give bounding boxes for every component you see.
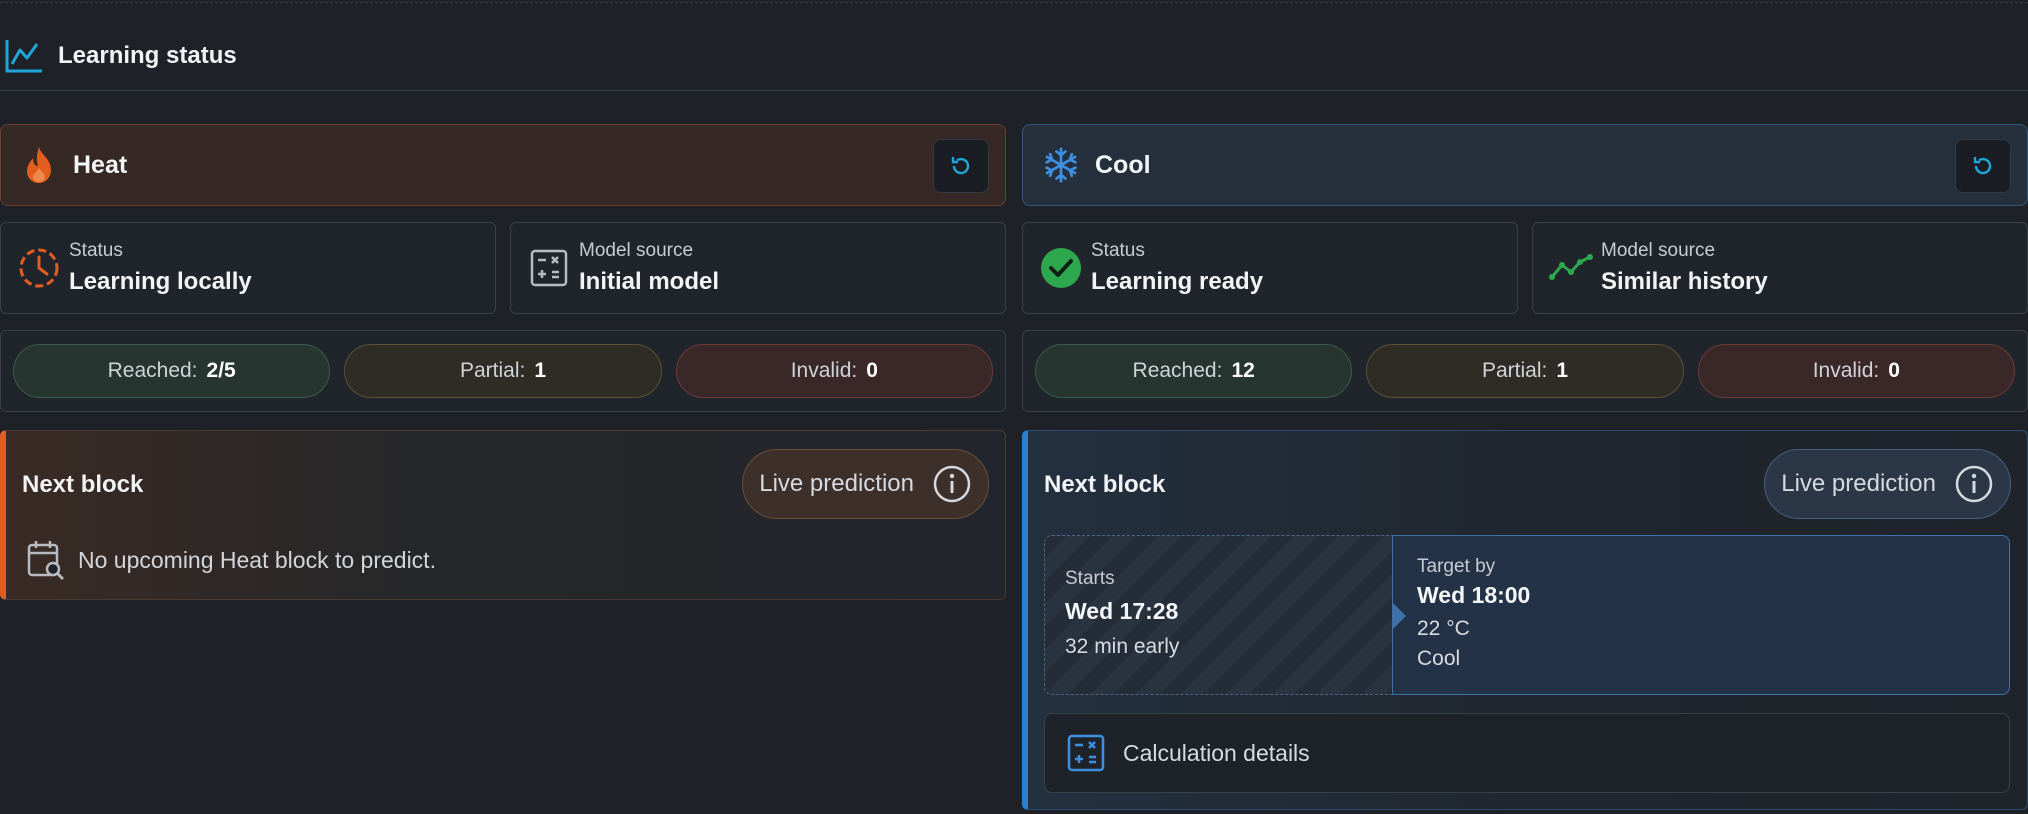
cool-invalid-badge: Invalid: 0 — [1697, 344, 2015, 398]
chart-line-icon — [5, 40, 42, 73]
calculator-icon — [527, 246, 571, 290]
info-icon — [1955, 465, 1993, 503]
cool-target-value: Wed 18:00 — [1417, 582, 1531, 608]
top-divider — [0, 2, 2028, 3]
heat-next-block-panel: Next block Live prediction No upcoming H… — [0, 430, 1006, 600]
cool-reached-value: 12 — [1231, 359, 1255, 382]
heat-mode-label: Heat — [73, 150, 128, 179]
cool-column: Cool Status Learning ready Model source … — [1022, 124, 2028, 810]
cool-prediction-timeline: Starts Wed 17:28 32 min early Target by … — [1044, 535, 2010, 695]
cool-target-label: Target by — [1417, 556, 1496, 577]
heat-partial-badge: Partial: 1 — [344, 344, 662, 398]
heat-model-source-card: Model source Initial model — [510, 222, 1006, 314]
cool-status-card: Status Learning ready — [1022, 222, 1518, 314]
section-title: Learning status — [58, 42, 237, 69]
cool-target-segment: Target by Wed 18:00 22 °C Cool — [1392, 535, 2010, 695]
fire-icon — [21, 147, 57, 183]
cool-invalid-value: 0 — [1888, 359, 1900, 382]
cool-partial-badge: Partial: 1 — [1366, 344, 1684, 398]
trend-icon — [1549, 246, 1593, 290]
heat-next-block-title: Next block — [22, 471, 144, 498]
heat-refresh-button[interactable] — [933, 139, 989, 193]
cool-start-segment: Starts Wed 17:28 32 min early — [1044, 535, 1392, 695]
clock-icon — [17, 246, 61, 290]
heat-invalid-label: Invalid: — [790, 359, 858, 382]
cool-live-prediction-label: Live prediction — [1781, 470, 1936, 497]
heat-model-source-label: Model source — [579, 240, 694, 261]
info-icon — [933, 465, 971, 503]
heat-model-source-value: Initial model — [579, 268, 720, 295]
refresh-icon — [951, 157, 970, 175]
cool-partial-label: Partial: — [1481, 359, 1548, 382]
heat-partial-value: 1 — [534, 359, 547, 382]
heat-reached-value: 2/5 — [206, 359, 236, 382]
cool-target-temp: 22 °C — [1417, 617, 1470, 640]
check-circle-icon — [1039, 246, 1083, 290]
calculation-details-toggle[interactable]: Calculation details — [1044, 713, 2010, 793]
cool-starts-note: 32 min early — [1065, 635, 1180, 658]
cool-next-block-panel: Next block Live prediction Starts Wed 17… — [1022, 430, 2028, 810]
cool-invalid-label: Invalid: — [1812, 359, 1880, 382]
heat-partial-label: Partial: — [459, 359, 526, 382]
cool-live-prediction-button[interactable]: Live prediction — [1764, 449, 2011, 519]
heat-live-prediction-label: Live prediction — [759, 470, 914, 497]
heat-status-label: Status — [69, 240, 123, 261]
cool-target-mode: Cool — [1417, 647, 1461, 670]
calculator-icon — [1067, 734, 1105, 772]
heat-reached-badge: Reached: 2/5 — [13, 344, 331, 398]
cool-status-value: Learning ready — [1091, 268, 1264, 295]
heat-counts-row: Reached: 2/5 Partial: 1 Invalid: 0 — [0, 330, 1006, 412]
cool-status-label: Status — [1091, 240, 1145, 261]
heat-column: Heat Status Learning locally Model sourc… — [0, 124, 1006, 600]
cool-starts-label: Starts — [1065, 568, 1115, 589]
cool-partial-value: 1 — [1556, 359, 1569, 382]
timeline-arrow-icon — [1392, 602, 1406, 630]
heat-invalid-badge: Invalid: 0 — [675, 344, 993, 398]
cool-mode-label: Cool — [1095, 150, 1151, 179]
heat-invalid-value: 0 — [866, 359, 878, 382]
cool-reached-badge: Reached: 12 — [1035, 344, 1353, 398]
cool-model-source-card: Model source Similar history — [1532, 222, 2028, 314]
snowflake-icon — [1043, 147, 1079, 183]
calendar-search-icon — [26, 539, 66, 581]
cool-model-source-value: Similar history — [1601, 268, 1768, 295]
heat-status-value: Learning locally — [69, 268, 252, 295]
cool-model-source-label: Model source — [1601, 240, 1716, 261]
heat-reached-label: Reached: — [107, 359, 198, 382]
cool-starts-value: Wed 17:28 — [1065, 598, 1179, 624]
refresh-icon — [1973, 157, 1992, 175]
cool-counts-row: Reached: 12 Partial: 1 Invalid: 0 — [1022, 330, 2028, 412]
cool-mode-bar: Cool — [1022, 124, 2028, 206]
section-header: Learning status — [0, 22, 2028, 91]
heat-mode-bar: Heat — [0, 124, 1006, 206]
heat-empty-message: No upcoming Heat block to predict. — [78, 546, 436, 573]
cool-next-block-title: Next block — [1044, 471, 1166, 498]
heat-status-card: Status Learning locally — [0, 222, 496, 314]
heat-empty-state: No upcoming Heat block to predict. — [26, 539, 436, 581]
heat-live-prediction-button[interactable]: Live prediction — [742, 449, 989, 519]
calculation-details-label: Calculation details — [1123, 739, 1310, 766]
cool-refresh-button[interactable] — [1955, 139, 2011, 193]
cool-reached-label: Reached: — [1132, 359, 1223, 382]
